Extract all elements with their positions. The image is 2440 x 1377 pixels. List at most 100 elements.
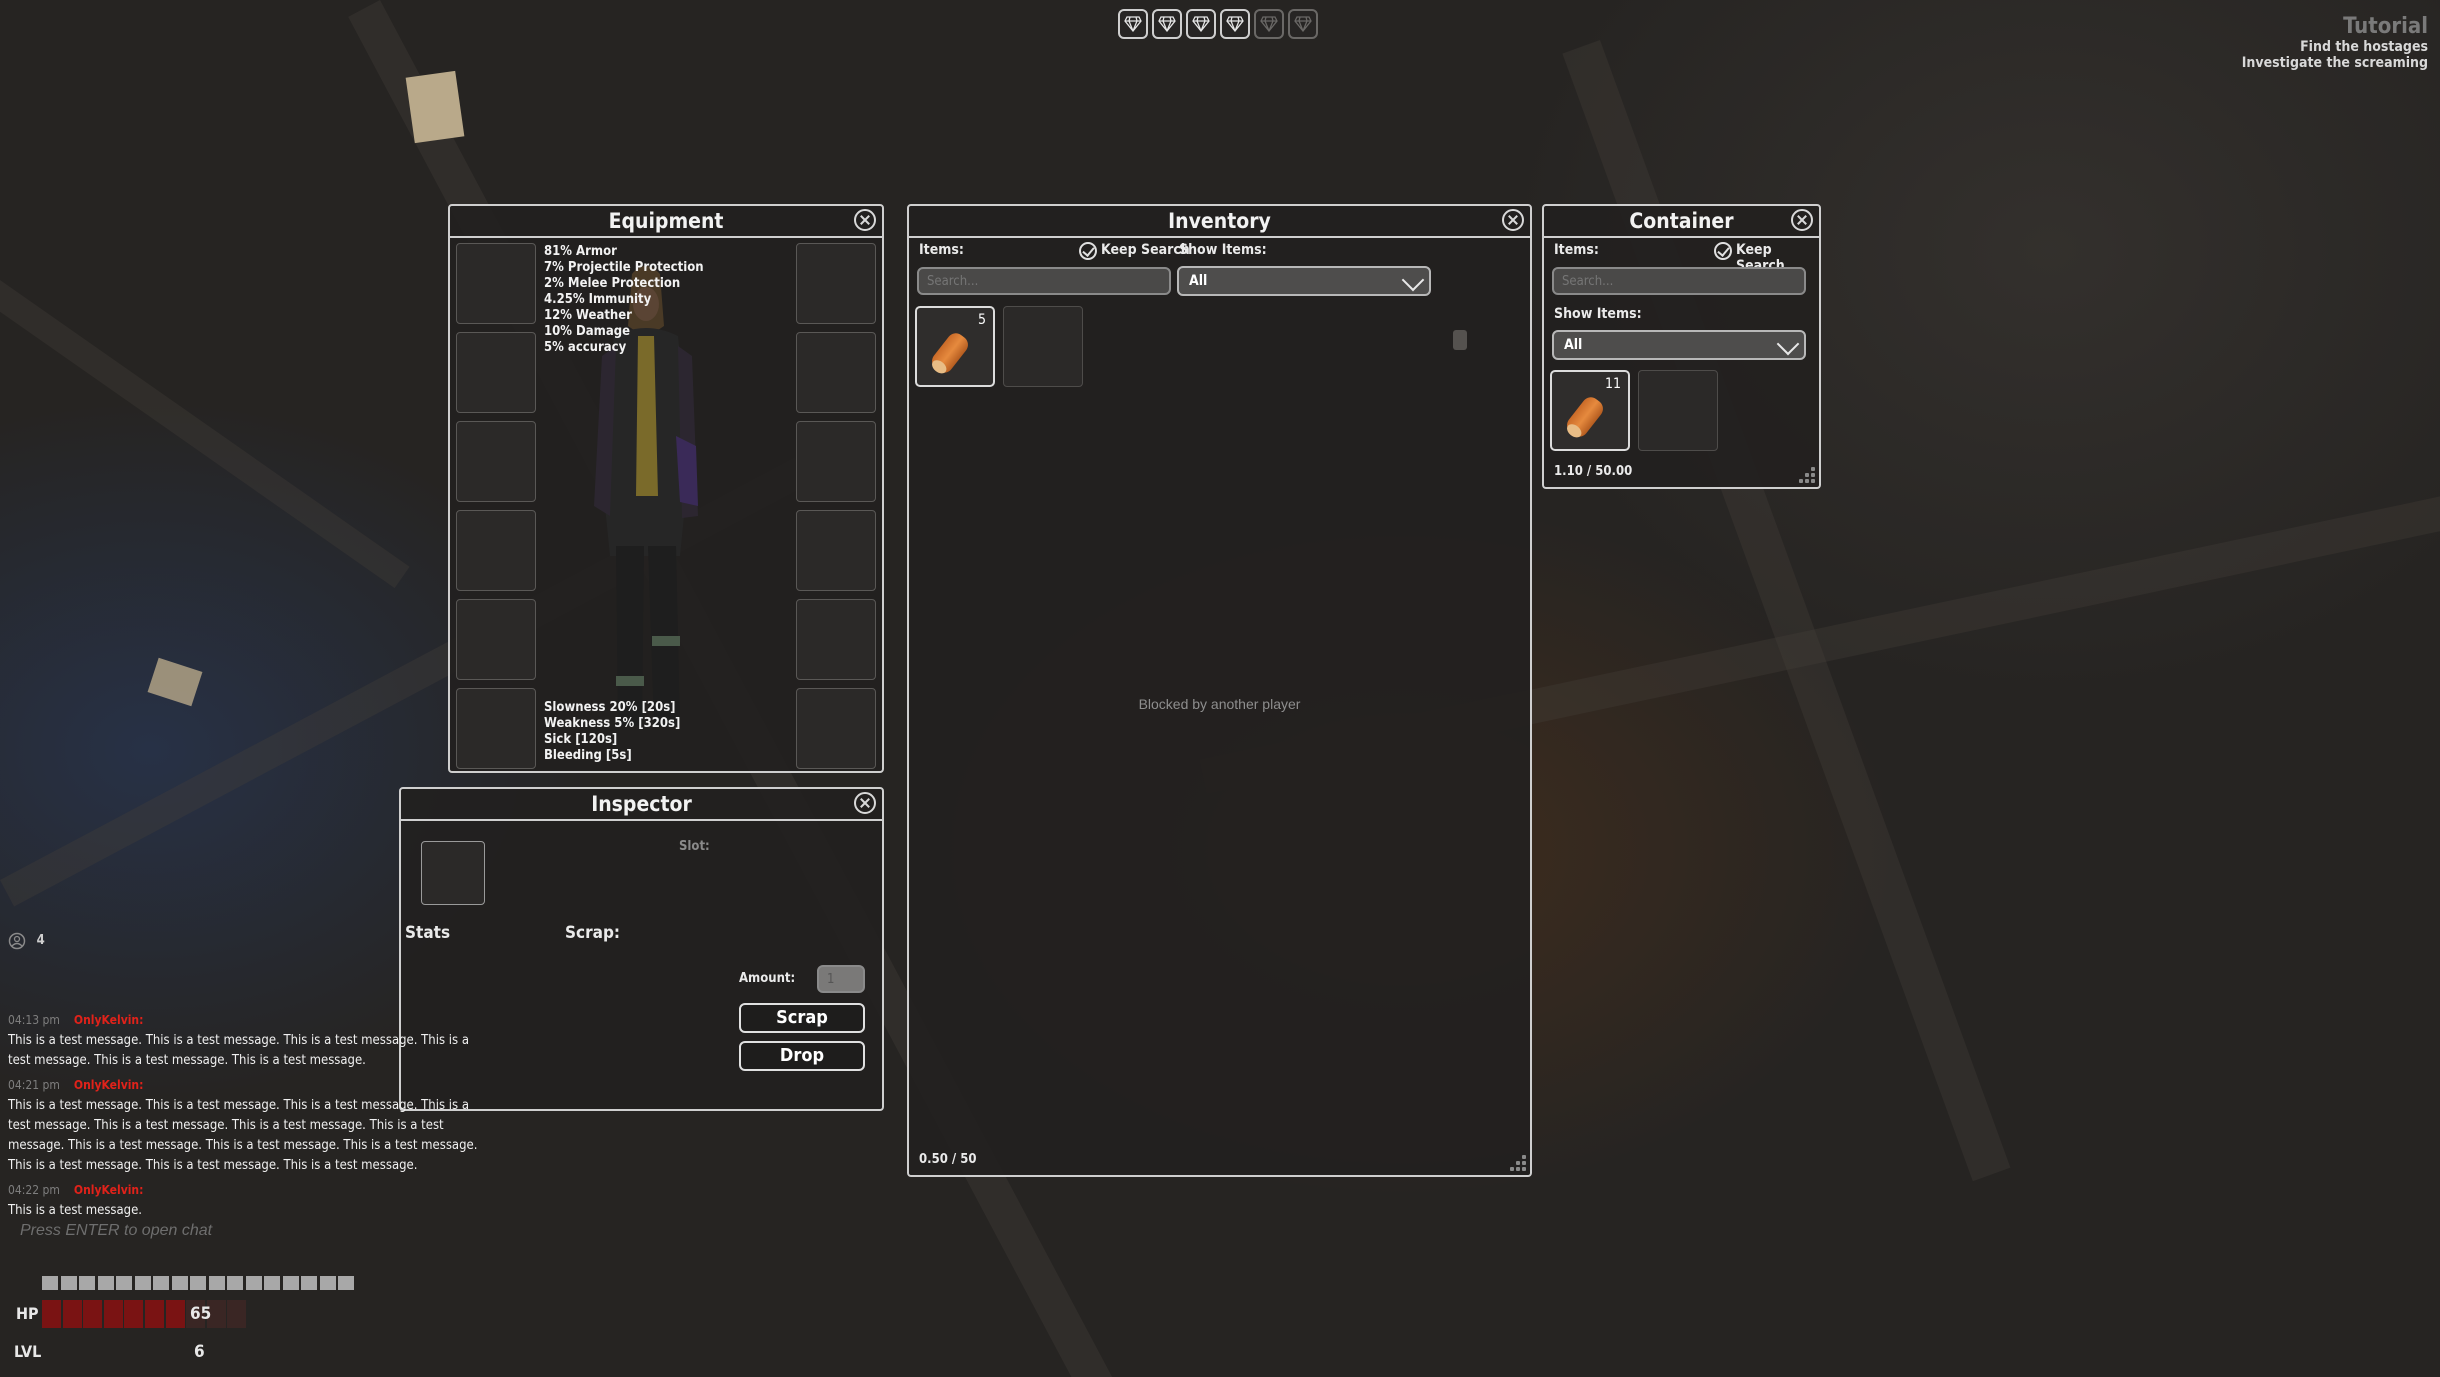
search-input[interactable] [1552,267,1806,295]
chat-time: 04:13 pm [8,1013,60,1027]
status-effect: Slowness 20% [20s] [544,700,676,715]
chat-message-text: This is a test message. This is a test m… [8,1033,469,1068]
hp-segment [227,1300,247,1328]
equipment-slot-head[interactable] [456,243,536,324]
stamina-segment [60,1276,77,1290]
amount-input[interactable] [817,965,865,993]
equipment-slot-primary[interactable] [796,243,876,324]
players-count: 4 [36,933,45,948]
players-online: 4 [8,930,45,950]
hp-segment [83,1300,103,1328]
status-effect: Sick [120s] [544,732,618,747]
resize-handle-icon[interactable] [1508,1153,1528,1173]
hp-segment [42,1300,61,1328]
close-icon[interactable] [854,209,876,231]
wood-log-icon [1563,393,1607,441]
container-item[interactable]: 11 [1550,370,1630,451]
close-icon[interactable] [1502,209,1524,231]
chat-message-header: 04:21 pm OnlyKelvin: [8,1075,488,1096]
items-label: Items: [919,242,964,258]
equipment-slot-accessory[interactable] [796,421,876,502]
armor-stat: 12% Weather [544,308,632,323]
equipment-slot-utility[interactable] [796,688,876,769]
hp-segment [165,1300,185,1328]
item-count: 11 [1604,376,1621,392]
container-title: Container [1544,206,1819,238]
equipment-slot-feet[interactable] [456,510,536,591]
inventory-panel: Inventory Items: Keep Search Show Items:… [907,204,1532,1177]
equipment-slot-secondary[interactable] [796,332,876,413]
blocked-text: Blocked by another player [1138,696,1301,712]
inspector-title: Inspector [401,789,882,821]
stamina-segment [208,1276,225,1290]
show-items-dropdown[interactable]: All [1177,266,1431,296]
chat-message-text: This is a test message. This is a test m… [8,1098,478,1173]
stamina-segment [264,1276,280,1290]
gem-icon [1288,9,1318,39]
weight-label: 0.50 / 50 [919,1152,977,1167]
close-icon[interactable] [1791,209,1813,231]
close-icon[interactable] [854,792,876,814]
scroll-handle[interactable] [1453,330,1467,350]
stamina-segment [282,1276,299,1290]
wood-log-icon [928,329,972,377]
scrap-button[interactable]: Scrap [739,1003,865,1033]
weight-label: 1.10 / 50.00 [1554,464,1633,479]
stamina-segment [319,1276,336,1290]
hp-bar [42,1300,248,1328]
chat-time: 04:22 pm [8,1183,60,1197]
stamina-segment [190,1276,206,1290]
keep-search-checkbox[interactable] [1714,242,1732,260]
keep-search-checkbox[interactable] [1079,242,1097,260]
stamina-bar [42,1276,358,1290]
gem-icon [1220,9,1250,39]
inventory-empty-slot[interactable] [1003,306,1083,387]
objective-item: Investigate the screaming [2241,55,2428,71]
chevron-down-icon [1401,268,1425,292]
armor-stat: 5% accuracy [544,340,627,355]
chat-message-header: 04:22 pm OnlyKelvin: [8,1180,488,1201]
objective-item: Find the hostages [2300,39,2428,55]
equipment-title: Equipment [450,206,882,238]
slot-label: Slot: [679,839,710,854]
item-count: 5 [977,312,986,328]
equipment-panel: Equipment 81% Armor 7% Projectile Protect… [448,204,884,773]
chat-message-header: 04:13 pm OnlyKelvin: [8,1010,488,1031]
search-input[interactable] [917,267,1171,295]
armor-stat: 81% Armor [544,244,617,259]
keep-search-label: Keep Search [1101,242,1190,258]
stamina-segment [301,1276,317,1290]
equipment-slot-legs[interactable] [456,421,536,502]
stamina-segment [153,1276,169,1290]
stamina-segment [245,1276,262,1290]
container-empty-slot[interactable] [1638,370,1718,451]
gem-icon [1118,9,1148,39]
equipment-slot-back[interactable] [456,688,536,769]
resize-handle-icon[interactable] [1797,465,1817,485]
chat-message-text: This is a test message. [8,1203,143,1218]
drop-button[interactable]: Drop [739,1041,865,1071]
stamina-segment [227,1276,243,1290]
equipment-slot-ring[interactable] [796,510,876,591]
show-items-dropdown[interactable]: All [1552,330,1806,360]
inventory-item[interactable]: 5 [915,306,995,387]
dropdown-value: All [1189,273,1208,289]
gem-icon [1186,9,1216,39]
chat-log: 04:13 pm OnlyKelvin: This is a test messag… [8,1010,488,1225]
lvl-label: LVL [14,1342,42,1361]
chat-prompt[interactable]: Press ENTER to open chat [20,1222,212,1240]
chat-username: OnlyKelvin: [73,1078,144,1092]
hp-value: 65 [190,1304,212,1324]
chevron-down-icon [1776,332,1800,356]
stamina-segment [171,1276,188,1290]
stamina-segment [134,1276,151,1290]
armor-stat: 7% Projectile Protection [544,260,704,275]
equipment-slot-chest[interactable] [456,332,536,413]
equipment-slot-hands[interactable] [456,599,536,680]
stamina-segment [97,1276,114,1290]
chat-username: OnlyKelvin: [73,1183,144,1197]
stamina-segment [338,1276,354,1290]
stamina-segment [79,1276,95,1290]
equipment-slot-belt[interactable] [796,599,876,680]
gem-icon [1254,9,1284,39]
